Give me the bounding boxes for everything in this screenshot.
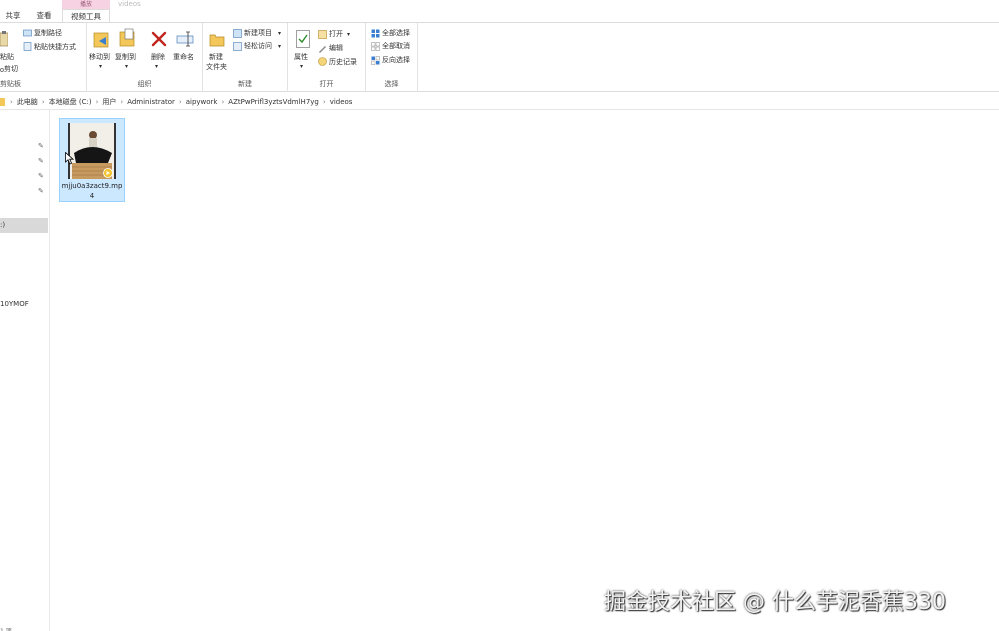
group-new: 新建 文件夹 新建项目 ▾ 轻松访问 ▾ 新建 (203, 23, 288, 92)
select-all-button[interactable]: 全部选择 (382, 29, 410, 38)
properties-button[interactable]: 属性 (294, 53, 308, 62)
context-tab-header: 播放 (62, 0, 110, 9)
breadcrumb-this-pc[interactable]: 此电脑 (14, 97, 41, 107)
mouse-cursor-icon (65, 152, 74, 165)
pin-icon[interactable]: ✎ (38, 172, 46, 180)
new-item-button[interactable]: 新建项目 (244, 29, 272, 38)
copy-path-button[interactable]: 复制路径 (34, 29, 62, 38)
breadcrumb-local-disk[interactable]: 本地磁盘 (C:) (46, 97, 95, 107)
video-thumbnail (68, 123, 116, 179)
paste-button[interactable]: 粘贴 (0, 53, 14, 62)
copy-to-icon (119, 28, 135, 47)
ribbon: 粘贴 剪切 复制路径 粘贴快捷方式 剪贴板 移动到 ▾ 复制到 ▾ 删除 ▾ 重… (0, 22, 999, 92)
paste-shortcut-button[interactable]: 粘贴快捷方式 (34, 43, 76, 52)
chevron-down-icon[interactable]: ▾ (99, 62, 102, 71)
file-name: mjju0a3zact9.mp4 (61, 182, 123, 200)
window-title: videos (118, 0, 141, 8)
tab-video-tools[interactable]: 视频工具 (62, 9, 110, 23)
group-organize: 移动到 ▾ 复制到 ▾ 删除 ▾ 重命名 组织 (87, 23, 203, 92)
group-clipboard: 粘贴 剪切 复制路径 粘贴快捷方式 剪贴板 (0, 23, 87, 92)
paste-icon[interactable] (0, 31, 8, 47)
invert-selection-button[interactable]: 反向选择 (382, 56, 410, 65)
group-label-clipboard: 剪贴板 (0, 80, 21, 88)
move-to-icon (93, 32, 109, 48)
open-button[interactable]: 打开 (329, 30, 343, 39)
chevron-down-icon[interactable]: ▾ (278, 29, 281, 38)
group-label-open: 打开 (319, 80, 334, 88)
pin-icon[interactable]: ✎ (38, 142, 46, 150)
ribbon-tabs: 播放 videos 共享 查看 视频工具 (0, 0, 999, 23)
select-none-icon (371, 42, 380, 51)
nav-item[interactable]: 10YMOF (0, 300, 29, 308)
tab-share[interactable]: 共享 (0, 9, 26, 22)
group-label-organize: 组织 (137, 80, 152, 88)
delete-button[interactable]: 删除 (151, 53, 165, 62)
copy-path-icon (23, 29, 32, 37)
breadcrumb: › 此电脑 › 本地磁盘 (C:) › 用户 › Administrator ›… (0, 93, 355, 110)
select-all-icon (371, 29, 380, 38)
chevron-down-icon[interactable]: ▾ (125, 62, 128, 71)
group-open: 属性 ▾ 打开 ▾ 编辑 历史记录 打开 (288, 23, 366, 92)
pin-icon[interactable]: ✎ (38, 157, 46, 165)
delete-icon (151, 31, 167, 47)
breadcrumb-folder-id[interactable]: AZtPwPrifl3yztsVdmlH7yg (225, 98, 322, 106)
new-item-icon (233, 29, 242, 38)
history-button[interactable]: 历史记录 (329, 58, 357, 67)
select-none-button[interactable]: 全部取消 (382, 42, 410, 51)
group-label-select: 选择 (384, 80, 399, 88)
chevron-down-icon[interactable]: ▾ (300, 62, 303, 71)
breadcrumb-videos[interactable]: videos (327, 98, 356, 106)
address-bar[interactable]: › 此电脑 › 本地磁盘 (C:) › 用户 › Administrator ›… (0, 93, 999, 110)
group-label-new: 新建 (238, 80, 252, 88)
new-folder-icon (209, 34, 225, 47)
file-list[interactable]: mjju0a3zact9.mp4 (51, 110, 999, 631)
new-folder-line1[interactable]: 新建 (209, 53, 223, 62)
move-to-button[interactable]: 移动到 (89, 53, 110, 62)
breadcrumb-administrator[interactable]: Administrator (124, 98, 178, 106)
open-icon (318, 30, 327, 39)
edit-icon (319, 46, 326, 53)
group-select: 全部选择 全部取消 反向选择 选择 (366, 23, 418, 92)
new-folder-line2[interactable]: 文件夹 (206, 63, 227, 72)
pin-icon[interactable]: ✎ (38, 187, 46, 195)
chevron-down-icon[interactable]: ▾ (347, 30, 350, 39)
watermark: 掘金技术社区 @ 什么芋泥香蕉330 (604, 590, 946, 615)
nav-item-selected[interactable]: :) (0, 218, 48, 233)
edit-button[interactable]: 编辑 (329, 44, 343, 53)
cut-button[interactable]: 剪切 (4, 65, 18, 74)
breadcrumb-aipywork[interactable]: aipywork (183, 98, 221, 106)
chevron-down-icon[interactable]: ▾ (278, 42, 281, 51)
chevron-down-icon[interactable]: ▾ (155, 62, 158, 71)
easy-access-icon (233, 42, 242, 51)
easy-access-button[interactable]: 轻松访问 (244, 42, 272, 51)
breadcrumb-users[interactable]: 用户 (99, 97, 119, 107)
folder-icon (0, 97, 5, 106)
properties-icon (296, 30, 310, 48)
copy-to-button[interactable]: 复制到 (115, 53, 136, 62)
history-icon (318, 57, 327, 66)
invert-selection-icon (371, 56, 380, 65)
paste-shortcut-icon (23, 42, 32, 51)
rename-icon (176, 31, 194, 47)
navigation-pane[interactable]: ✎ ✎ ✎ ✎ :) 10YMOF 1 项 (0, 110, 50, 631)
tab-view[interactable]: 查看 (30, 9, 58, 22)
status-item-count: 1 项 (0, 626, 12, 631)
rename-button[interactable]: 重命名 (173, 53, 194, 62)
